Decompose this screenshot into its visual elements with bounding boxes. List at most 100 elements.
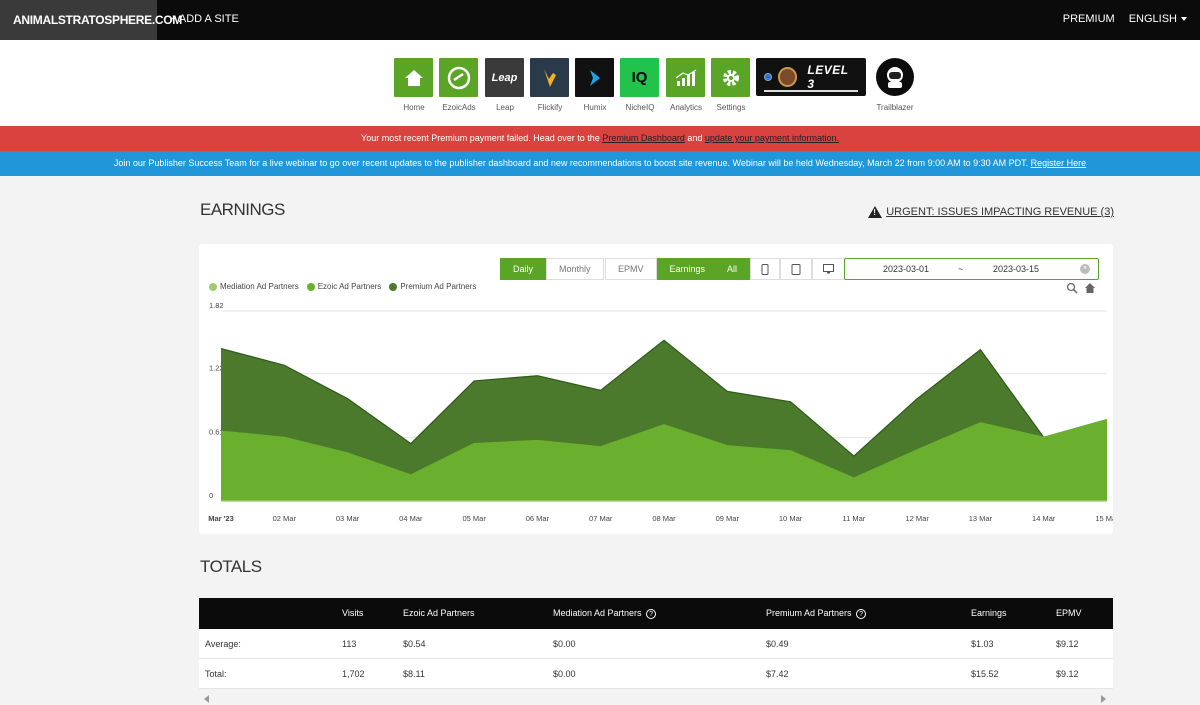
tablet-button[interactable] xyxy=(780,258,813,280)
premium-cell: $0.49 xyxy=(766,639,789,649)
trailblazer-label: Trailblazer xyxy=(876,103,914,112)
x-tick-label: 03 Mar xyxy=(336,514,360,523)
device-toggle: All xyxy=(714,258,846,280)
chart-tools xyxy=(1066,282,1096,294)
x-tick-label: 04 Mar xyxy=(399,514,423,523)
table-row: Average: 113 $0.54 $0.00 $0.49 $1.03 $9.… xyxy=(199,629,1113,659)
app-settings[interactable]: Settings xyxy=(711,58,751,112)
legend-swatch xyxy=(209,282,217,291)
x-tick-label: 10 Mar xyxy=(779,514,803,523)
gear-icon xyxy=(711,58,750,97)
x-tick-label: 13 Mar xyxy=(969,514,993,523)
top-bar: ANIMALSTRATOSPHERE.COM + ADD A SITE PREM… xyxy=(0,0,1200,40)
app-ezoicads[interactable]: EzoicAds xyxy=(439,58,479,112)
premium-cell: $7.42 xyxy=(766,669,789,679)
home-icon xyxy=(394,58,433,97)
x-tick-label: 14 Mar xyxy=(1032,514,1056,523)
chart-legend: Mediation Ad Partners Ezoic Ad Partners … xyxy=(209,282,476,291)
epmv-cell: $9.12 xyxy=(1056,639,1079,649)
scroll-right-icon[interactable] xyxy=(1101,695,1106,703)
legend-premium[interactable]: Premium Ad Partners xyxy=(389,282,476,291)
reset-home-icon[interactable] xyxy=(1084,282,1096,294)
app-home[interactable]: Home xyxy=(394,58,434,112)
earnings-chart: 00.611.221.82Mar '23 02 Mar 03 Mar 04 Mar 05… xyxy=(208,301,1113,523)
tablet-icon xyxy=(791,263,801,275)
language-selector[interactable]: ENGLISH xyxy=(1129,0,1187,40)
language-label: ENGLISH xyxy=(1128,13,1177,25)
zoom-icon[interactable] xyxy=(1066,282,1078,294)
column-header-label: Mediation Ad Partners xyxy=(553,608,642,618)
urgent-label: URGENT: ISSUES IMPACTING REVENUE (3) xyxy=(886,206,1114,218)
mediation-cell: $0.00 xyxy=(553,639,576,649)
totals-title: TOTALS xyxy=(200,557,262,576)
top-right-nav: PREMIUM ENGLISH xyxy=(1063,0,1187,40)
legend-mediation[interactable]: Mediation Ad Partners xyxy=(209,282,299,291)
mediation-cell: $0.00 xyxy=(553,669,576,679)
visits-cell: 113 xyxy=(342,639,357,649)
column-header: Mediation Ad Partners ? xyxy=(553,598,657,629)
date-range-picker[interactable]: 2023-03-01 ~ 2023-03-15 × xyxy=(844,258,1099,280)
flickify-icon xyxy=(530,58,569,97)
premium-link[interactable]: PREMIUM xyxy=(1063,0,1115,40)
x-tick-label: 15 Mar xyxy=(1095,514,1113,523)
legend-label: Ezoic Ad Partners xyxy=(317,282,382,291)
update-payment-link[interactable]: update your payment information. xyxy=(705,133,839,143)
alert-text: and xyxy=(684,133,705,143)
urgent-issues-link[interactable]: URGENT: ISSUES IMPACTING REVENUE (3) xyxy=(868,206,1114,218)
clear-date-icon[interactable]: × xyxy=(1080,264,1090,274)
level-badge[interactable]: LEVEL 3 xyxy=(756,58,866,96)
epmv-button[interactable]: EPMV xyxy=(605,258,657,280)
date-from: 2023-03-01 xyxy=(883,264,930,274)
date-to: 2023-03-15 xyxy=(993,264,1040,274)
alert-text: Your most recent Premium payment failed.… xyxy=(361,133,603,143)
chevron-down-icon xyxy=(1181,17,1187,22)
premium-dashboard-link[interactable]: Premium Dashboard xyxy=(602,133,685,143)
monthly-button[interactable]: Monthly xyxy=(546,258,604,280)
warning-icon xyxy=(868,206,883,218)
site-selector[interactable]: ANIMALSTRATOSPHERE.COM xyxy=(0,0,182,40)
x-tick-label: 06 Mar xyxy=(526,514,550,523)
add-site-link[interactable]: + ADD A SITE xyxy=(170,0,239,40)
legend-swatch xyxy=(306,282,315,291)
x-tick-label: 02 Mar xyxy=(273,514,297,523)
legend-label: Premium Ad Partners xyxy=(400,282,477,291)
desktop-icon xyxy=(823,264,835,274)
register-link[interactable]: Register Here xyxy=(1031,158,1087,168)
x-tick-label: 05 Mar xyxy=(462,514,486,523)
scroll-left-icon[interactable] xyxy=(204,695,209,703)
period-toggle: Daily Monthly xyxy=(500,258,604,280)
leap-icon: Leap xyxy=(485,58,524,97)
humix-icon xyxy=(575,58,614,97)
y-tick-label: 0 xyxy=(209,491,213,500)
app-nicheiq[interactable]: IQ NicheIQ xyxy=(620,58,660,112)
x-tick-label: 09 Mar xyxy=(716,514,740,523)
y-tick-label: 1.82 xyxy=(209,301,224,310)
earnings-chart-card: Mediation Ad Partners Ezoic Ad Partners … xyxy=(199,244,1113,534)
app-humix[interactable]: Humix xyxy=(575,58,615,112)
mobile-button[interactable] xyxy=(750,258,781,280)
app-leap[interactable]: Leap Leap xyxy=(485,58,525,112)
x-tick-label: Mar '23 xyxy=(208,514,234,523)
table-header: Visits Ezoic Ad Partners Mediation Ad Pa… xyxy=(199,598,1113,629)
table-horizontal-scrollbar[interactable] xyxy=(199,692,1113,705)
table-row: Total: 1,702 $8.11 $0.00 $7.42 $15.52 $9… xyxy=(199,659,1113,689)
column-header: Ezoic Ad Partners xyxy=(403,608,475,618)
app-flickify[interactable]: Flickify xyxy=(530,58,570,112)
legend-ezoic[interactable]: Ezoic Ad Partners xyxy=(306,282,382,291)
desktop-button[interactable] xyxy=(812,258,846,280)
ezoicads-icon xyxy=(439,58,478,97)
help-icon[interactable]: ? xyxy=(856,608,867,619)
column-header: Visits xyxy=(342,608,364,618)
daily-button[interactable]: Daily xyxy=(500,258,547,280)
earnings-title: EARNINGS xyxy=(200,200,285,219)
app-analytics[interactable]: Analytics xyxy=(666,58,706,112)
help-icon[interactable]: ? xyxy=(646,608,657,619)
astronaut-icon xyxy=(876,58,914,96)
x-tick-label: 12 Mar xyxy=(905,514,929,523)
nicheiq-icon: IQ xyxy=(620,58,659,97)
all-devices-button[interactable]: All xyxy=(714,258,751,280)
earnings-button[interactable]: Earnings xyxy=(656,258,719,280)
trailblazer-badge[interactable]: Trailblazer xyxy=(875,58,915,112)
alert-text: Join our Publisher Success Team for a li… xyxy=(113,158,1031,168)
column-header: Earnings xyxy=(971,608,1007,618)
